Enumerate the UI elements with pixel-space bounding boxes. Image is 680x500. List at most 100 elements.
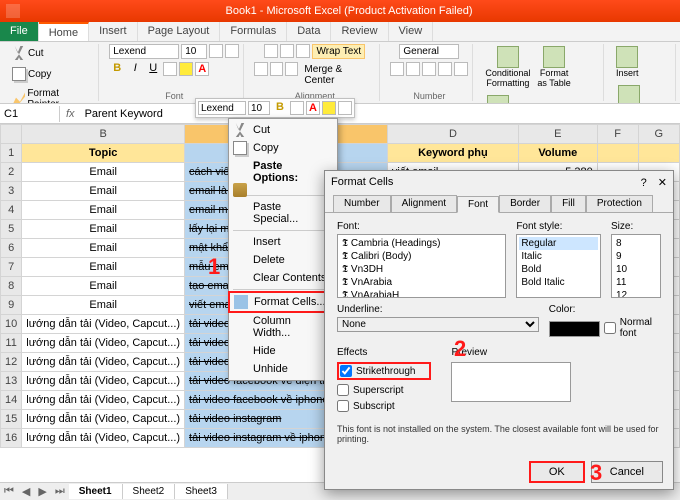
underline-button[interactable]: U (145, 62, 161, 76)
cell-topic[interactable]: Email (22, 277, 185, 296)
shrink-font-icon[interactable] (225, 44, 239, 58)
percent-icon[interactable] (406, 62, 420, 76)
format-as-table-button[interactable]: Format as Table (535, 44, 572, 90)
ctx-format-cells[interactable]: Format Cells... (228, 291, 338, 313)
ctx-unhide[interactable]: Unhide (229, 360, 337, 378)
delete-cells-button[interactable]: Delete (614, 83, 644, 104)
cell-topic[interactable]: lướng dẫn tải (Video, Capcut...) (22, 410, 185, 429)
cell-topic[interactable]: lướng dẫn tải (Video, Capcut...) (22, 372, 185, 391)
ctx-clear-contents[interactable]: Clear Contents (229, 269, 337, 287)
ctx-column-width[interactable]: Column Width... (229, 312, 337, 342)
formula-input[interactable]: Parent Keyword (81, 106, 680, 122)
cell-topic[interactable]: Email (22, 239, 185, 258)
sheet-nav-prev[interactable]: ◀ (18, 483, 34, 500)
dtab-protection[interactable]: Protection (586, 195, 653, 212)
conditional-formatting-button[interactable]: Conditional Formatting (483, 44, 532, 90)
mini-bold[interactable]: B (272, 101, 288, 115)
tab-insert[interactable]: Insert (89, 22, 138, 41)
dialog-help-button[interactable]: ? (641, 177, 647, 189)
ctx-cut[interactable]: Cut (229, 121, 337, 139)
cell-topic[interactable]: Email (22, 220, 185, 239)
strikethrough-checkbox[interactable]: Strikethrough (337, 362, 431, 380)
ctx-delete[interactable]: Delete (229, 251, 337, 269)
cell-topic[interactable]: lướng dẫn tải (Video, Capcut...) (22, 391, 185, 410)
font-size-select[interactable] (181, 44, 207, 59)
mini-font-color[interactable]: A (306, 101, 320, 115)
tab-home[interactable]: Home (39, 22, 89, 41)
insert-cells-button[interactable]: Insert (614, 44, 641, 80)
font-style-listbox[interactable]: RegularItalicBoldBold Italic (516, 234, 601, 298)
align-top-icon[interactable] (264, 44, 278, 58)
font-name-select[interactable] (109, 44, 179, 59)
align-right-icon[interactable] (285, 62, 298, 76)
ctx-insert[interactable]: Insert (229, 233, 337, 251)
sheet-tab-2[interactable]: Sheet2 (123, 484, 176, 499)
mini-fill-color[interactable] (322, 101, 336, 115)
cell-topic[interactable]: lướng dẫn tải (Video, Capcut...) (22, 429, 185, 448)
font-color-button[interactable]: A (195, 62, 209, 76)
sheet-nav-next[interactable]: ▶ (34, 483, 50, 500)
mini-align-icon[interactable] (290, 101, 304, 115)
dtab-alignment[interactable]: Alignment (391, 195, 457, 212)
italic-button[interactable]: I (127, 62, 143, 76)
dialog-close-button[interactable]: ✕ (658, 177, 667, 189)
superscript-checkbox[interactable]: Superscript (337, 384, 431, 396)
cell-topic[interactable]: lướng dẫn tải (Video, Capcut...) (22, 353, 185, 372)
tab-file[interactable]: File (0, 22, 39, 41)
align-left-icon[interactable] (254, 62, 267, 76)
align-center-icon[interactable] (270, 62, 283, 76)
format-painter-button[interactable]: Format Painter (8, 86, 94, 104)
underline-select[interactable]: None (337, 317, 539, 332)
name-box[interactable]: C1 (0, 106, 60, 122)
dtab-font[interactable]: Font (457, 196, 499, 213)
align-mid-icon[interactable] (280, 44, 294, 58)
cell-topic[interactable]: Email (22, 201, 185, 220)
fill-color-button[interactable] (179, 62, 193, 76)
cut-button[interactable]: Cut (8, 44, 48, 62)
sheet-nav-last[interactable]: ⏭ (51, 483, 69, 500)
sheet-tab-3[interactable]: Sheet3 (175, 484, 228, 499)
cell-topic[interactable]: Email (22, 182, 185, 201)
dtab-border[interactable]: Border (499, 195, 551, 212)
dtab-number[interactable]: Number (333, 195, 391, 212)
fx-icon[interactable]: fx (60, 106, 81, 122)
cell-topic[interactable]: lướng dẫn tải (Video, Capcut...) (22, 315, 185, 334)
bold-button[interactable]: B (109, 62, 125, 76)
font-listbox[interactable]: 𝕿 Cambria (Headings)𝕿 Calibri (Body)𝕿 Vn… (337, 234, 506, 298)
tab-review[interactable]: Review (331, 22, 388, 41)
grow-font-icon[interactable] (209, 44, 223, 58)
border-button[interactable] (163, 62, 177, 76)
tab-data[interactable]: Data (287, 22, 331, 41)
ctx-paste-icon[interactable] (229, 187, 337, 193)
cell-topic[interactable]: Email (22, 163, 185, 182)
cell-topic[interactable]: Email (22, 258, 185, 277)
ctx-paste-special[interactable]: Paste Special... (229, 198, 337, 228)
cell-topic[interactable]: lướng dẫn tải (Video, Capcut...) (22, 334, 185, 353)
cell-styles-button[interactable]: Cell Styles (483, 93, 512, 104)
inc-decimal-icon[interactable] (438, 62, 452, 76)
tab-view[interactable]: View (389, 22, 434, 41)
align-bot-icon[interactable] (296, 44, 310, 58)
mini-font-size[interactable] (248, 101, 270, 115)
tab-formulas[interactable]: Formulas (220, 22, 287, 41)
tab-page-layout[interactable]: Page Layout (138, 22, 221, 41)
comma-icon[interactable] (422, 62, 436, 76)
normal-font-checkbox[interactable]: Normal font (604, 317, 661, 339)
copy-button[interactable]: Copy (8, 65, 55, 83)
merge-center-button[interactable]: Merge & Center (300, 62, 375, 88)
ctx-hide[interactable]: Hide (229, 342, 337, 360)
color-picker[interactable] (549, 321, 600, 337)
sheet-tab-1[interactable]: Sheet1 (69, 484, 123, 499)
mini-font-name[interactable] (198, 101, 246, 115)
sheet-nav-first[interactable]: ⏮ (0, 483, 18, 500)
size-listbox[interactable]: 8910111214 (611, 234, 661, 298)
wrap-text-button[interactable]: Wrap Text (312, 44, 365, 59)
subscript-checkbox[interactable]: Subscript (337, 400, 431, 412)
dec-decimal-icon[interactable] (454, 62, 468, 76)
number-format-select[interactable] (399, 44, 459, 59)
cell-topic[interactable]: Email (22, 296, 185, 315)
dtab-fill[interactable]: Fill (551, 195, 586, 212)
ctx-copy[interactable]: Copy (229, 139, 337, 157)
mini-border-icon[interactable] (338, 101, 352, 115)
ok-button[interactable]: OK (529, 461, 585, 483)
